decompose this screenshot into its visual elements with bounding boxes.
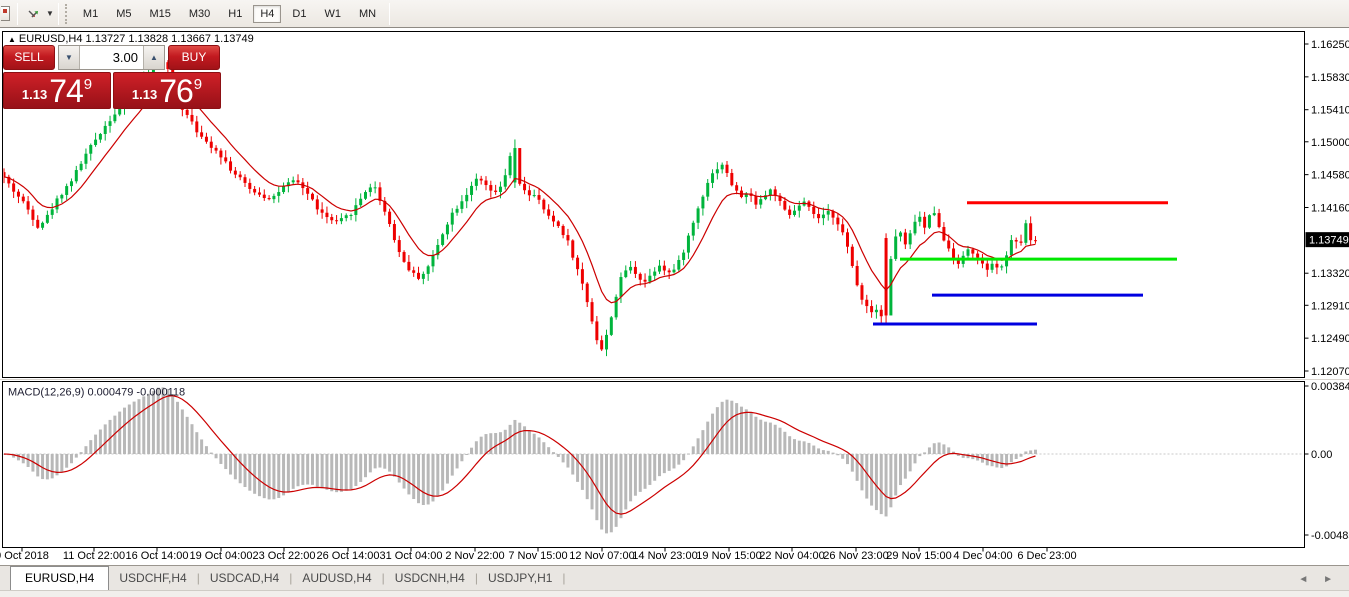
ask-price-integer: 1.13 [132, 87, 157, 102]
macd-axis-label: -0.004856 [1311, 530, 1349, 542]
timeframe-m5-button[interactable]: M5 [109, 5, 138, 23]
date-axis-label: 26 Oct 14:00 [317, 550, 380, 562]
macd-axis-label: 0.003847 [1311, 381, 1349, 393]
tab-audusd-h4[interactable]: AUDUSD,H4 [292, 567, 381, 590]
toolbar-grip-handle[interactable] [65, 4, 69, 24]
partial-order-icon[interactable] [0, 3, 13, 25]
bid-price-pips: 74 [49, 76, 83, 106]
ask-price-box[interactable]: 1.13 76 9 [113, 72, 221, 109]
crosshair-arrows-icon[interactable] [22, 3, 44, 25]
volume-increase-button[interactable]: ▲ [143, 46, 164, 69]
volume-input[interactable] [80, 46, 143, 69]
toolbar-separator [17, 3, 18, 25]
sell-button[interactable]: SELL [3, 45, 55, 70]
date-axis-label: 7 Nov 15:00 [508, 550, 567, 562]
toolbar-separator [389, 3, 390, 25]
price-axis-label: 1.12910 [1311, 300, 1349, 312]
bid-price-box[interactable]: 1.13 74 9 [3, 72, 111, 109]
date-axis-label: 22 Nov 04:00 [759, 550, 824, 562]
date-axis-label: 23 Oct 22:00 [253, 550, 316, 562]
price-axis-label: 1.15410 [1311, 105, 1349, 117]
volume-control: ▼ ▲ [58, 45, 165, 70]
bid-price-point: 9 [84, 78, 92, 92]
date-axis-label: 19 Oct 04:00 [190, 550, 253, 562]
price-axis-label: 1.16250 [1311, 39, 1349, 51]
macd-indicator-label: MACD(12,26,9) 0.000479 -0.000118 [8, 387, 185, 399]
volume-decrease-button[interactable]: ▼ [59, 46, 80, 69]
collapse-arrow-icon[interactable]: ▲ [8, 35, 16, 44]
current-price-label: 1.13749 [1309, 235, 1349, 247]
chart-title-text: EURUSD,H4 1.13727 1.13828 1.13667 1.1374… [19, 33, 254, 45]
tab-eurusd-h4[interactable]: EURUSD,H4 [10, 566, 109, 590]
date-axis-label: 11 Oct 22:00 [63, 550, 125, 562]
date-axis-label: 14 Nov 23:00 [632, 550, 697, 562]
price-axis-label: 1.15830 [1311, 72, 1349, 84]
timeframe-h1-button[interactable]: H1 [221, 5, 249, 23]
date-axis-label: 6 Dec 23:00 [1017, 550, 1076, 562]
tab-scroll-right-icon[interactable]: ► [1323, 574, 1333, 585]
timeframe-w1-button[interactable]: W1 [317, 5, 348, 23]
dropdown-caret-icon[interactable]: ▼ [46, 9, 54, 18]
date-axis-label: 12 Nov 07:00 [569, 550, 634, 562]
top-toolbar: ▼ M1 M5 M15 M30 H1 H4 D1 W1 MN [0, 0, 1349, 28]
timeframe-d1-button[interactable]: D1 [285, 5, 313, 23]
buy-button[interactable]: BUY [168, 45, 220, 70]
price-axis-label: 1.12070 [1311, 366, 1349, 378]
tab-scroll-left-icon[interactable]: ◄ [1298, 574, 1308, 585]
chart-title: ▲EURUSD,H4 1.13727 1.13828 1.13667 1.137… [8, 33, 254, 45]
tab-usdjpy-h1[interactable]: USDJPY,H1 [478, 567, 562, 590]
timeframe-h4-button[interactable]: H4 [253, 5, 281, 23]
bid-price-integer: 1.13 [22, 87, 47, 102]
timeframe-mn-button[interactable]: MN [352, 5, 383, 23]
date-axis-label: 26 Nov 23:00 [823, 550, 888, 562]
chart-area[interactable]: 1.16250 1.15830 1.15410 1.15000 1.14580 1.141… [0, 28, 1349, 565]
price-axis-label: 1.14580 [1311, 170, 1349, 182]
date-axis-label: 19 Nov 15:00 [696, 550, 761, 562]
price-axis-label: 1.13320 [1311, 268, 1349, 280]
date-axis-label: 4 Dec 04:00 [953, 550, 1012, 562]
price-axis-label: 1.12490 [1311, 333, 1349, 345]
timeframe-m30-button[interactable]: M30 [182, 5, 217, 23]
tab-scroll-arrows: ◄ ► [1292, 574, 1339, 590]
tab-usdchf-h4[interactable]: USDCHF,H4 [109, 567, 196, 590]
date-axis-label: 29 Nov 15:00 [886, 550, 951, 562]
chart-tabs-bar: EURUSD,H4 USDCHF,H4 | USDCAD,H4 | AUDUSD… [0, 565, 1349, 590]
status-bar [0, 590, 1349, 597]
mt4-window: { "toolbar": { "icons": [ {"name": "part… [0, 0, 1349, 597]
price-axis-label: 1.15000 [1311, 137, 1349, 149]
tab-separator: | [562, 571, 565, 590]
tab-usdcad-h4[interactable]: USDCAD,H4 [200, 567, 289, 590]
date-axis-label: 9 Oct 2018 [0, 550, 49, 562]
macd-axis-label: 0.00 [1311, 449, 1332, 461]
timeframe-m1-button[interactable]: M1 [76, 5, 105, 23]
ask-price-point: 9 [194, 78, 202, 92]
date-axis-label: 31 Oct 04:00 [380, 550, 443, 562]
timeframe-m15-button[interactable]: M15 [142, 5, 177, 23]
toolbar-separator [58, 3, 59, 25]
ask-price-pips: 76 [159, 76, 193, 106]
price-axis-label: 1.14160 [1311, 203, 1349, 215]
tab-usdcnh-h4[interactable]: USDCNH,H4 [385, 567, 475, 590]
date-axis-label: 2 Nov 22:00 [445, 550, 504, 562]
date-axis-label: 16 Oct 14:00 [126, 550, 189, 562]
one-click-trading-panel: SELL ▼ ▲ BUY 1.13 74 9 1.13 76 9 [3, 45, 225, 109]
